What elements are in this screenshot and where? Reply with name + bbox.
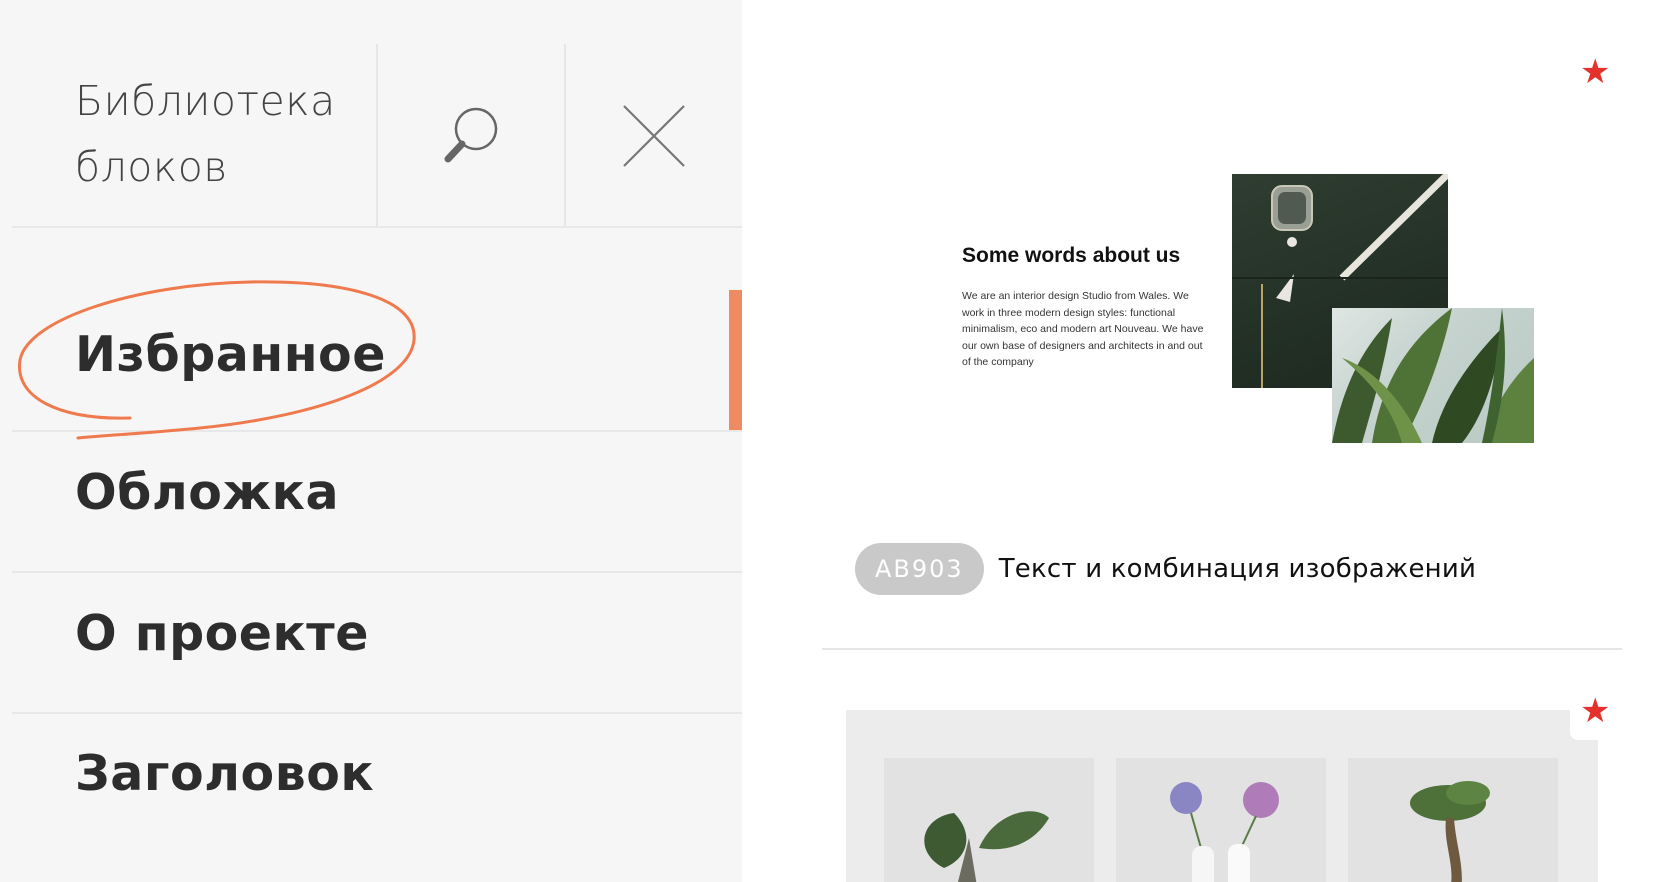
block-preview-ab903[interactable]: Some words about us We are an interior d… — [962, 168, 1562, 448]
block-list: ★ Some words about us We are an interior… — [742, 0, 1680, 882]
star-icon[interactable]: ★ — [1580, 694, 1610, 728]
flowers-card-image — [1116, 758, 1326, 882]
bonsai-card-image — [1348, 758, 1558, 882]
panel-title: Библиотека блоков — [75, 77, 336, 191]
search-icon — [444, 107, 498, 163]
menu-item-label: О проекте — [75, 605, 369, 662]
menu-item-favorites[interactable]: Избранное — [0, 290, 742, 430]
search-button[interactable] — [378, 44, 564, 228]
menu-item-about[interactable]: О проекте — [0, 573, 742, 713]
plant-card-image — [884, 758, 1094, 882]
active-indicator — [729, 290, 742, 432]
preview-heading: Some words about us — [962, 244, 1181, 267]
plant-image — [1332, 308, 1534, 443]
divider — [822, 648, 1622, 650]
star-icon[interactable]: ★ — [1580, 55, 1610, 89]
block-preview[interactable] — [846, 710, 1598, 882]
block-library-panel: Библиотека блоков Избранное Обложка О пр… — [0, 0, 742, 882]
close-button[interactable] — [566, 44, 742, 228]
panel-header: Библиотека блоков — [0, 0, 742, 228]
menu-item-label: Заголовок — [75, 745, 375, 802]
block-name: Текст и комбинация изображений — [998, 554, 1477, 584]
menu-item-heading[interactable]: Заголовок — [0, 714, 742, 854]
menu-item-label: Избранное — [75, 326, 386, 383]
close-icon — [623, 105, 685, 167]
menu-item-cover[interactable]: Обложка — [0, 432, 742, 572]
divider — [12, 226, 742, 228]
preview-text: We are an interior design Studio from Wa… — [962, 290, 1204, 368]
menu-item-label: Обложка — [75, 464, 340, 521]
block-info[interactable]: AB903 Текст и комбинация изображений — [855, 543, 1476, 595]
block-code-badge: AB903 — [855, 543, 984, 595]
